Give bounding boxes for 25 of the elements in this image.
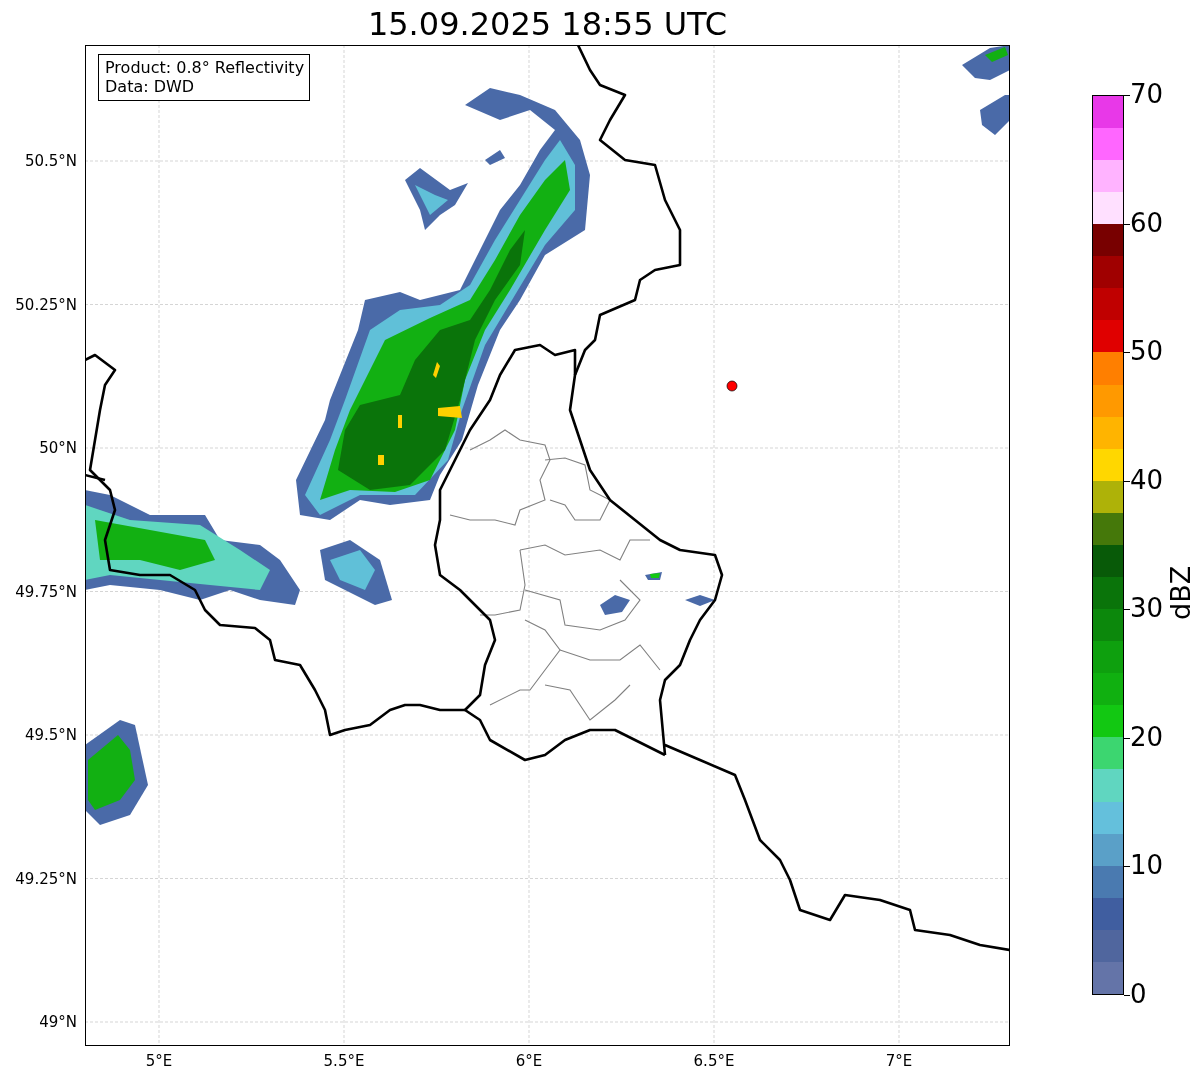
latitude-label: 49°N (39, 1013, 77, 1031)
colorbar-tick-label: 50 (1130, 336, 1164, 367)
longitude-label: 6°E (515, 1052, 543, 1070)
colorbar-label: dBZ (1166, 565, 1196, 620)
longitude-label: 6.5°E (693, 1052, 735, 1070)
latitude-label: 49.5°N (24, 726, 77, 744)
longitude-label: 5°E (145, 1052, 173, 1070)
latitude-label: 49.75°N (15, 582, 77, 601)
latitude-label: 50°N (39, 439, 77, 457)
longitude-label: 5.5°E (323, 1052, 365, 1070)
colorbar-tick-label: 60 (1130, 207, 1164, 238)
latitude-label: 50.5°N (24, 152, 77, 170)
latitude-label: 49.25°N (15, 869, 77, 888)
info-text: Data: DWD (105, 77, 196, 96)
figure-title: 15.09.2025 18:55 UTC (366, 4, 729, 45)
longitude-label: 7°E (885, 1052, 913, 1070)
location-marker (726, 380, 738, 392)
colorbar-tick-label: 40 (1130, 464, 1164, 495)
latitude-label: 50.25°N (15, 295, 77, 314)
colorbar-tick-label: 20 (1130, 721, 1164, 752)
colorbar-tick-label: 70 (1130, 79, 1164, 109)
colorbar-tick-label: 10 (1130, 850, 1164, 881)
info-text: Product: 0.8° Reflectivity (105, 58, 305, 77)
colorbar-tick-label: 30 (1130, 593, 1164, 624)
colorbar-tick-label: 0 (1130, 979, 1147, 1009)
